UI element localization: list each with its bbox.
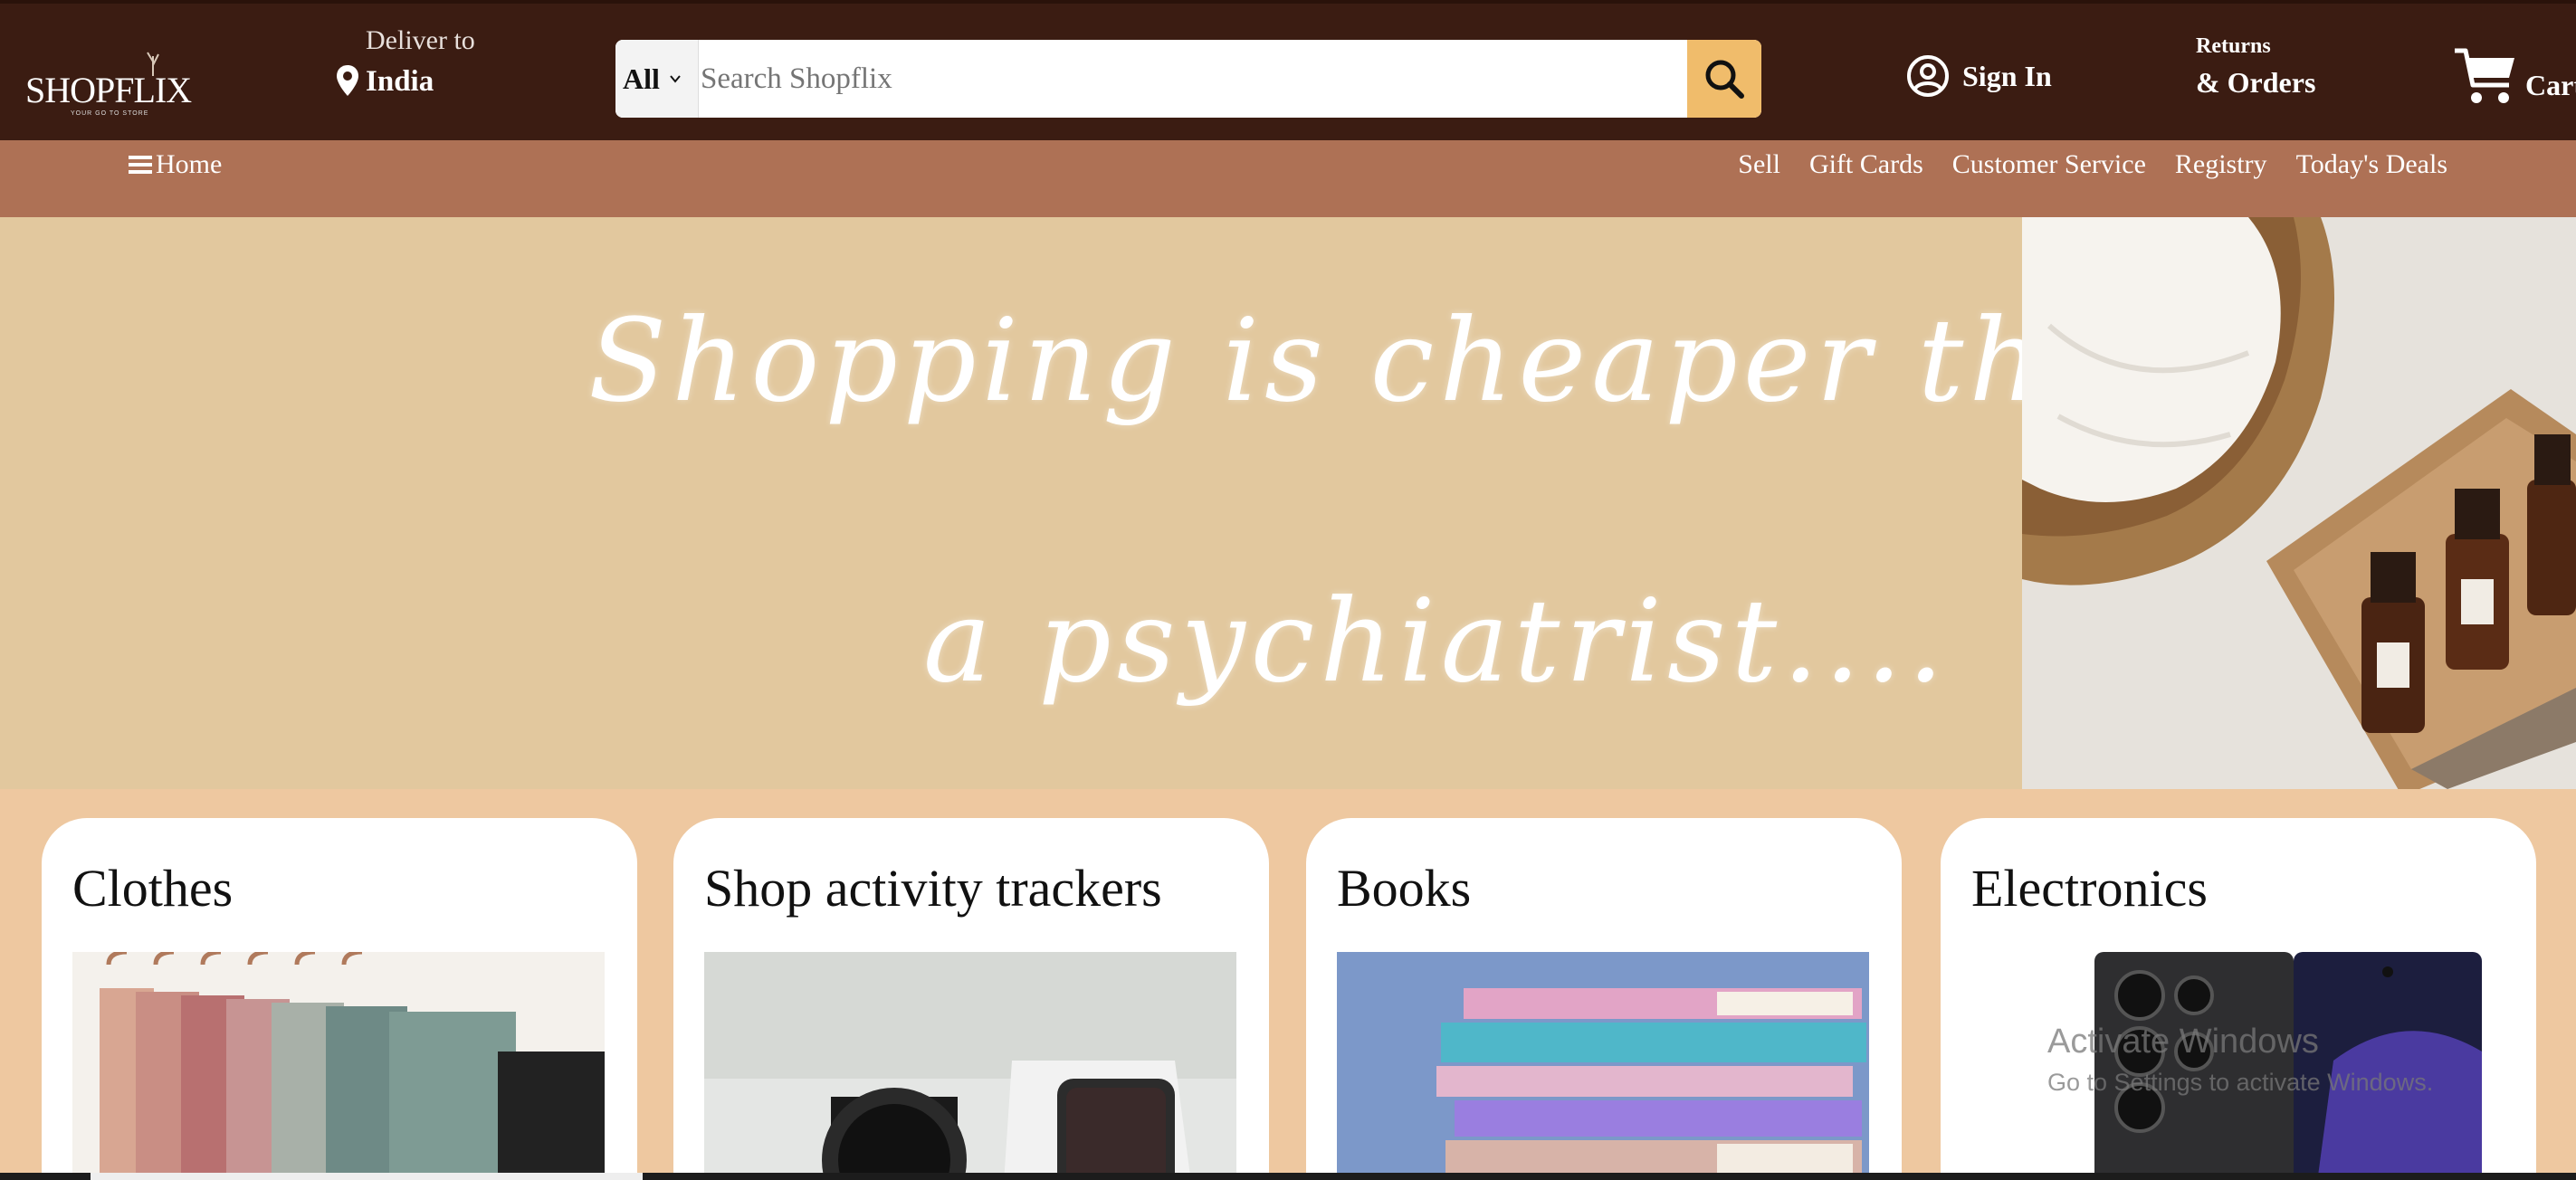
- chevron-down-icon: [670, 75, 681, 83]
- orders-label: & Orders: [2196, 66, 2316, 99]
- scrollbar-thumb[interactable]: [91, 1173, 643, 1180]
- home-menu-button[interactable]: Home: [129, 149, 222, 180]
- user-circle-icon: [1907, 55, 1949, 97]
- sign-in-label: Sign In: [1962, 59, 2052, 92]
- shopflix-logo[interactable]: SHOPFLIX YOUR GO TO STORE: [25, 49, 192, 123]
- category-card-activity-trackers[interactable]: Shop activity trackers: [673, 818, 1269, 1180]
- cart-button[interactable]: Cart: [2453, 45, 2576, 107]
- horizontal-scrollbar[interactable]: [0, 1173, 2576, 1180]
- category-cards: Clothes Shop activity trackers Books Ele…: [0, 789, 2576, 1180]
- hamburger-menu-icon: [129, 156, 152, 174]
- watermark-title: Activate Windows: [2047, 1023, 2319, 1061]
- category-card-electronics[interactable]: Electronics: [1941, 818, 2536, 1180]
- hero-photo: [2022, 217, 2576, 789]
- category-card-books[interactable]: Books: [1306, 818, 1902, 1180]
- hero-text-line1: Shopping is cheaper than: [588, 294, 2200, 427]
- card-title: Books: [1337, 859, 1472, 918]
- nav-link-todays-deals[interactable]: Today's Deals: [2296, 149, 2447, 180]
- secondary-navbar: Home Sell Gift Cards Customer Service Re…: [0, 140, 2576, 217]
- search-button[interactable]: [1687, 40, 1761, 118]
- card-title: Clothes: [72, 859, 234, 918]
- shopping-cart-icon: [2455, 48, 2514, 103]
- card-title: Shop activity trackers: [704, 859, 1162, 918]
- sign-in-button[interactable]: Sign In: [1906, 54, 2052, 98]
- map-pin-icon: [337, 65, 358, 96]
- search-input[interactable]: [699, 40, 1680, 118]
- top-navbar: SHOPFLIX YOUR GO TO STORE Deliver to Ind…: [0, 0, 2576, 140]
- clothes-image: [72, 952, 605, 1180]
- search-bar: All: [615, 40, 1761, 118]
- activate-windows-watermark: Activate Windows Go to Settings to activ…: [2047, 1023, 2433, 1097]
- category-card-clothes[interactable]: Clothes: [42, 818, 637, 1180]
- nav-link-registry[interactable]: Registry: [2175, 149, 2267, 180]
- books-image: [1337, 952, 1869, 1180]
- cart-label: Cart: [2525, 68, 2576, 101]
- hero-text-line2: a psychiatrist....: [923, 575, 1950, 708]
- home-label: Home: [156, 149, 223, 179]
- search-category-select[interactable]: All: [615, 40, 699, 118]
- activity-trackers-image: [704, 952, 1236, 1180]
- hero-banner[interactable]: Shopping is cheaper than a psychiatrist.…: [0, 217, 2576, 789]
- logo-tagline: YOUR GO TO STORE: [71, 110, 149, 117]
- nav-link-customer-service[interactable]: Customer Service: [1952, 149, 2146, 180]
- search-category-label: All: [623, 62, 660, 95]
- search-icon: [1705, 60, 1744, 99]
- watermark-subtitle: Go to Settings to activate Windows.: [2047, 1069, 2434, 1096]
- logo-text: SHOPFLIX: [25, 70, 192, 110]
- deliver-country: India: [366, 65, 434, 98]
- returns-label: Returns: [2196, 34, 2271, 58]
- nav-link-gift-cards[interactable]: Gift Cards: [1809, 149, 1923, 180]
- returns-orders-link[interactable]: Returns & Orders: [2196, 34, 2315, 100]
- subnav-links: Sell Gift Cards Customer Service Registr…: [1738, 149, 2447, 180]
- deliver-label: Deliver to: [366, 25, 475, 55]
- card-title: Electronics: [1971, 859, 2208, 918]
- nav-link-sell[interactable]: Sell: [1738, 149, 1780, 180]
